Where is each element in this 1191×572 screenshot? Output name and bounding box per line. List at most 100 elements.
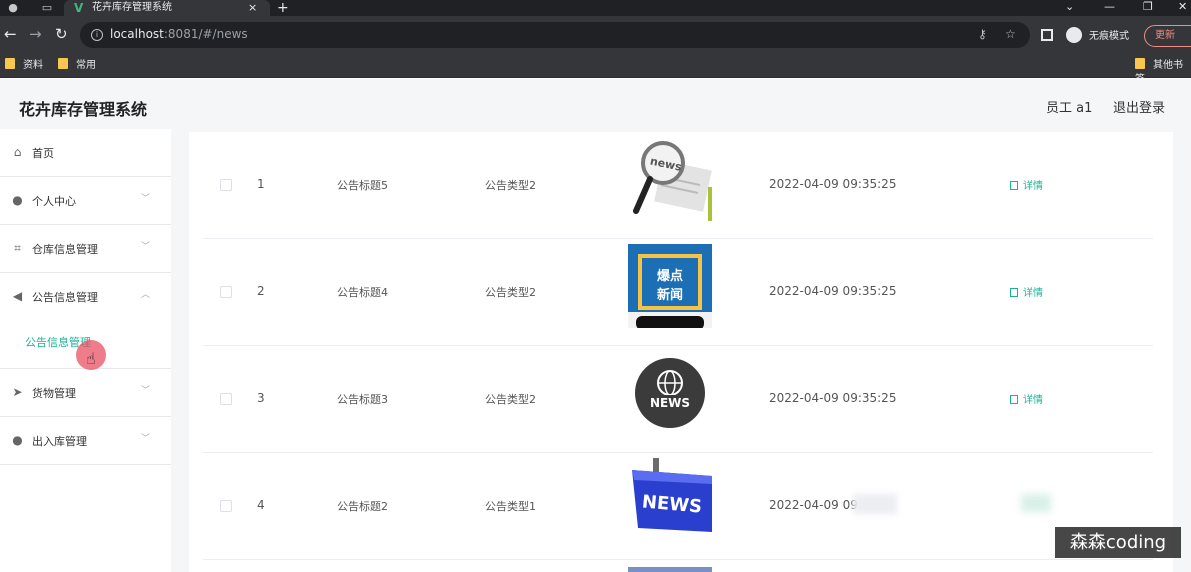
chevron-down-icon: ﹀ — [141, 194, 151, 204]
user-icon: ● — [12, 193, 23, 207]
folder-icon — [5, 58, 15, 69]
bookmark-item[interactable]: 常用 — [58, 58, 96, 73]
sidebar-item-warehouse[interactable]: ⌗ 仓库信息管理 ﹀ — [0, 225, 171, 273]
bookmark-item[interactable]: 资料 — [5, 58, 43, 73]
send-icon: ➤ — [12, 385, 23, 399]
url-text: localhost:8081/#/news — [110, 27, 248, 41]
watermark: 森森coding — [1055, 527, 1181, 558]
incognito-label: 无痕模式 — [1089, 31, 1129, 42]
minimize-icon[interactable]: — — [1104, 0, 1115, 14]
detail-button[interactable]: 详情 — [1010, 284, 1043, 299]
svg-text:新闻: 新闻 — [657, 287, 683, 303]
row-index: 3 — [257, 391, 265, 405]
side-panel-icon[interactable] — [1041, 29, 1053, 41]
incognito-icon[interactable] — [1066, 27, 1082, 43]
close-window-icon[interactable]: ✕ — [1178, 0, 1187, 14]
blurred-detail-overlay — [1021, 494, 1051, 512]
new-tab-icon[interactable]: + — [277, 0, 289, 16]
folder-icon — [1135, 58, 1145, 69]
notice-time: 2022-04-09 09:35:25 — [769, 391, 897, 405]
chevron-down-icon: ﹀ — [141, 242, 151, 252]
notice-type: 公告类型2 — [485, 393, 536, 406]
sidebar-item-label: 出入库管理 — [32, 435, 87, 448]
tab-title: 花卉库存管理系统 — [92, 2, 172, 13]
user-icon: ● — [12, 433, 23, 447]
notice-title: 公告标题4 — [337, 286, 388, 299]
news-globe-image: NEWS — [628, 351, 712, 435]
sidebar-item-profile[interactable]: ● 个人中心 ﹀ — [0, 177, 171, 225]
browser-tab-strip: ● ▭ V 花卉库存管理系统 × + ⌄ — ❐ ✕ — [0, 0, 1191, 16]
detail-button[interactable]: 详情 — [1010, 391, 1043, 406]
address-bar[interactable]: i localhost:8081/#/news ⚷ ☆ — [80, 22, 1030, 48]
sidebar-item-inout[interactable]: ● 出入库管理 ﹀ — [0, 417, 171, 465]
tab-close-icon[interactable]: × — [248, 0, 257, 16]
table-row: 4 公告标题2 公告类型1 NEWS 2022-04-09 09 — [203, 453, 1153, 560]
breaking-news-phone-image: 爆点 新闻 — [628, 244, 712, 328]
sidebar-item-label: 首页 — [32, 147, 54, 160]
sidebar-item-notices[interactable]: ◀ 公告信息管理 ︿ — [0, 273, 171, 321]
notice-title: 公告标题3 — [337, 393, 388, 406]
detail-button[interactable]: 详情 — [1010, 177, 1043, 192]
bookmark-star-icon[interactable]: ☆ — [1005, 27, 1016, 41]
sidebar-item-label: 货物管理 — [32, 387, 76, 400]
table-row: 2 公告标题4 公告类型2 爆点 新闻 2022-04-09 09:35:25 … — [203, 239, 1153, 346]
back-icon[interactable]: ← — [4, 25, 17, 43]
chevron-down-icon: ﹀ — [141, 434, 151, 444]
news-partial-image — [628, 567, 712, 572]
notice-type: 公告类型2 — [485, 286, 536, 299]
sidebar-item-label: 仓库信息管理 — [32, 243, 98, 256]
crop-icon: ⌗ — [14, 241, 21, 255]
document-icon — [1010, 288, 1018, 297]
row-checkbox[interactable] — [220, 500, 232, 512]
current-user-label: 员工 a1 — [1046, 101, 1093, 116]
notice-time: 2022-04-09 09:35:25 — [769, 177, 897, 191]
blurred-overlay — [853, 494, 897, 514]
notice-type: 公告类型1 — [485, 500, 536, 513]
home-icon: ⌂ — [13, 145, 22, 159]
browser-toolbar: ← → ↻ i localhost:8081/#/news ⚷ ☆ 无痕模式 更… — [0, 16, 1191, 52]
browser-menu-icon[interactable]: ● — [6, 1, 20, 15]
sidebar: ⌂ 首页 ● 个人中心 ﹀ ⌗ 仓库信息管理 ﹀ ◀ 公告信息管理 ︿ 公告信息… — [0, 129, 171, 572]
chevron-down-icon: ﹀ — [141, 386, 151, 396]
table-row: 1 公告标题5 公告类型2 news 2022-04-09 09:35:25 详… — [203, 132, 1153, 239]
key-icon[interactable]: ⚷ — [978, 27, 987, 41]
megaphone-icon: ◀ — [12, 289, 23, 303]
svg-text:NEWS: NEWS — [650, 396, 690, 410]
browser-tab-active[interactable]: V 花卉库存管理系统 × — [64, 0, 270, 16]
notice-title: 公告标题5 — [337, 179, 388, 192]
document-icon — [1010, 181, 1018, 190]
notice-table: 1 公告标题5 公告类型2 news 2022-04-09 09:35:25 详… — [189, 132, 1173, 572]
sidebar-item-goods[interactable]: ➤ 货物管理 ﹀ — [0, 369, 171, 417]
news-keyboard-key-image: NEWS — [628, 458, 712, 542]
news-magnifier-image: news — [628, 137, 712, 221]
forward-icon[interactable]: → — [29, 25, 42, 43]
row-index: 2 — [257, 284, 265, 298]
notice-type: 公告类型2 — [485, 179, 536, 192]
svg-text:爆点: 爆点 — [657, 268, 683, 284]
document-icon — [1010, 395, 1018, 404]
row-index: 1 — [257, 177, 265, 191]
row-checkbox[interactable] — [220, 286, 232, 298]
chevron-up-icon: ︿ — [141, 290, 151, 300]
row-checkbox[interactable] — [220, 179, 232, 191]
tab-search-icon[interactable]: ▭ — [40, 1, 54, 15]
hand-cursor-icon: ☝ — [86, 349, 96, 368]
vue-logo-icon: V — [74, 1, 84, 15]
tab-list-icon[interactable]: ⌄ — [1065, 0, 1074, 14]
update-button[interactable]: 更新 — [1144, 25, 1191, 47]
row-index: 4 — [257, 498, 265, 512]
site-info-icon[interactable]: i — [91, 29, 103, 41]
notice-time: 2022-04-09 09 — [769, 498, 858, 512]
restore-icon[interactable]: ❐ — [1143, 0, 1153, 14]
notice-title: 公告标题2 — [337, 500, 388, 513]
folder-icon — [58, 58, 68, 69]
reload-icon[interactable]: ↻ — [55, 25, 68, 43]
sidebar-item-home[interactable]: ⌂ 首页 — [0, 129, 171, 177]
app-title: 花卉库存管理系统 — [19, 100, 148, 119]
row-checkbox[interactable] — [220, 393, 232, 405]
bookmarks-bar: 资料 常用 其他书签 — [0, 52, 1191, 85]
notice-time: 2022-04-09 09:35:25 — [769, 284, 897, 298]
sidebar-item-label: 个人中心 — [32, 195, 76, 208]
logout-link[interactable]: 退出登录 — [1113, 97, 1165, 116]
sidebar-item-label: 公告信息管理 — [32, 291, 98, 304]
